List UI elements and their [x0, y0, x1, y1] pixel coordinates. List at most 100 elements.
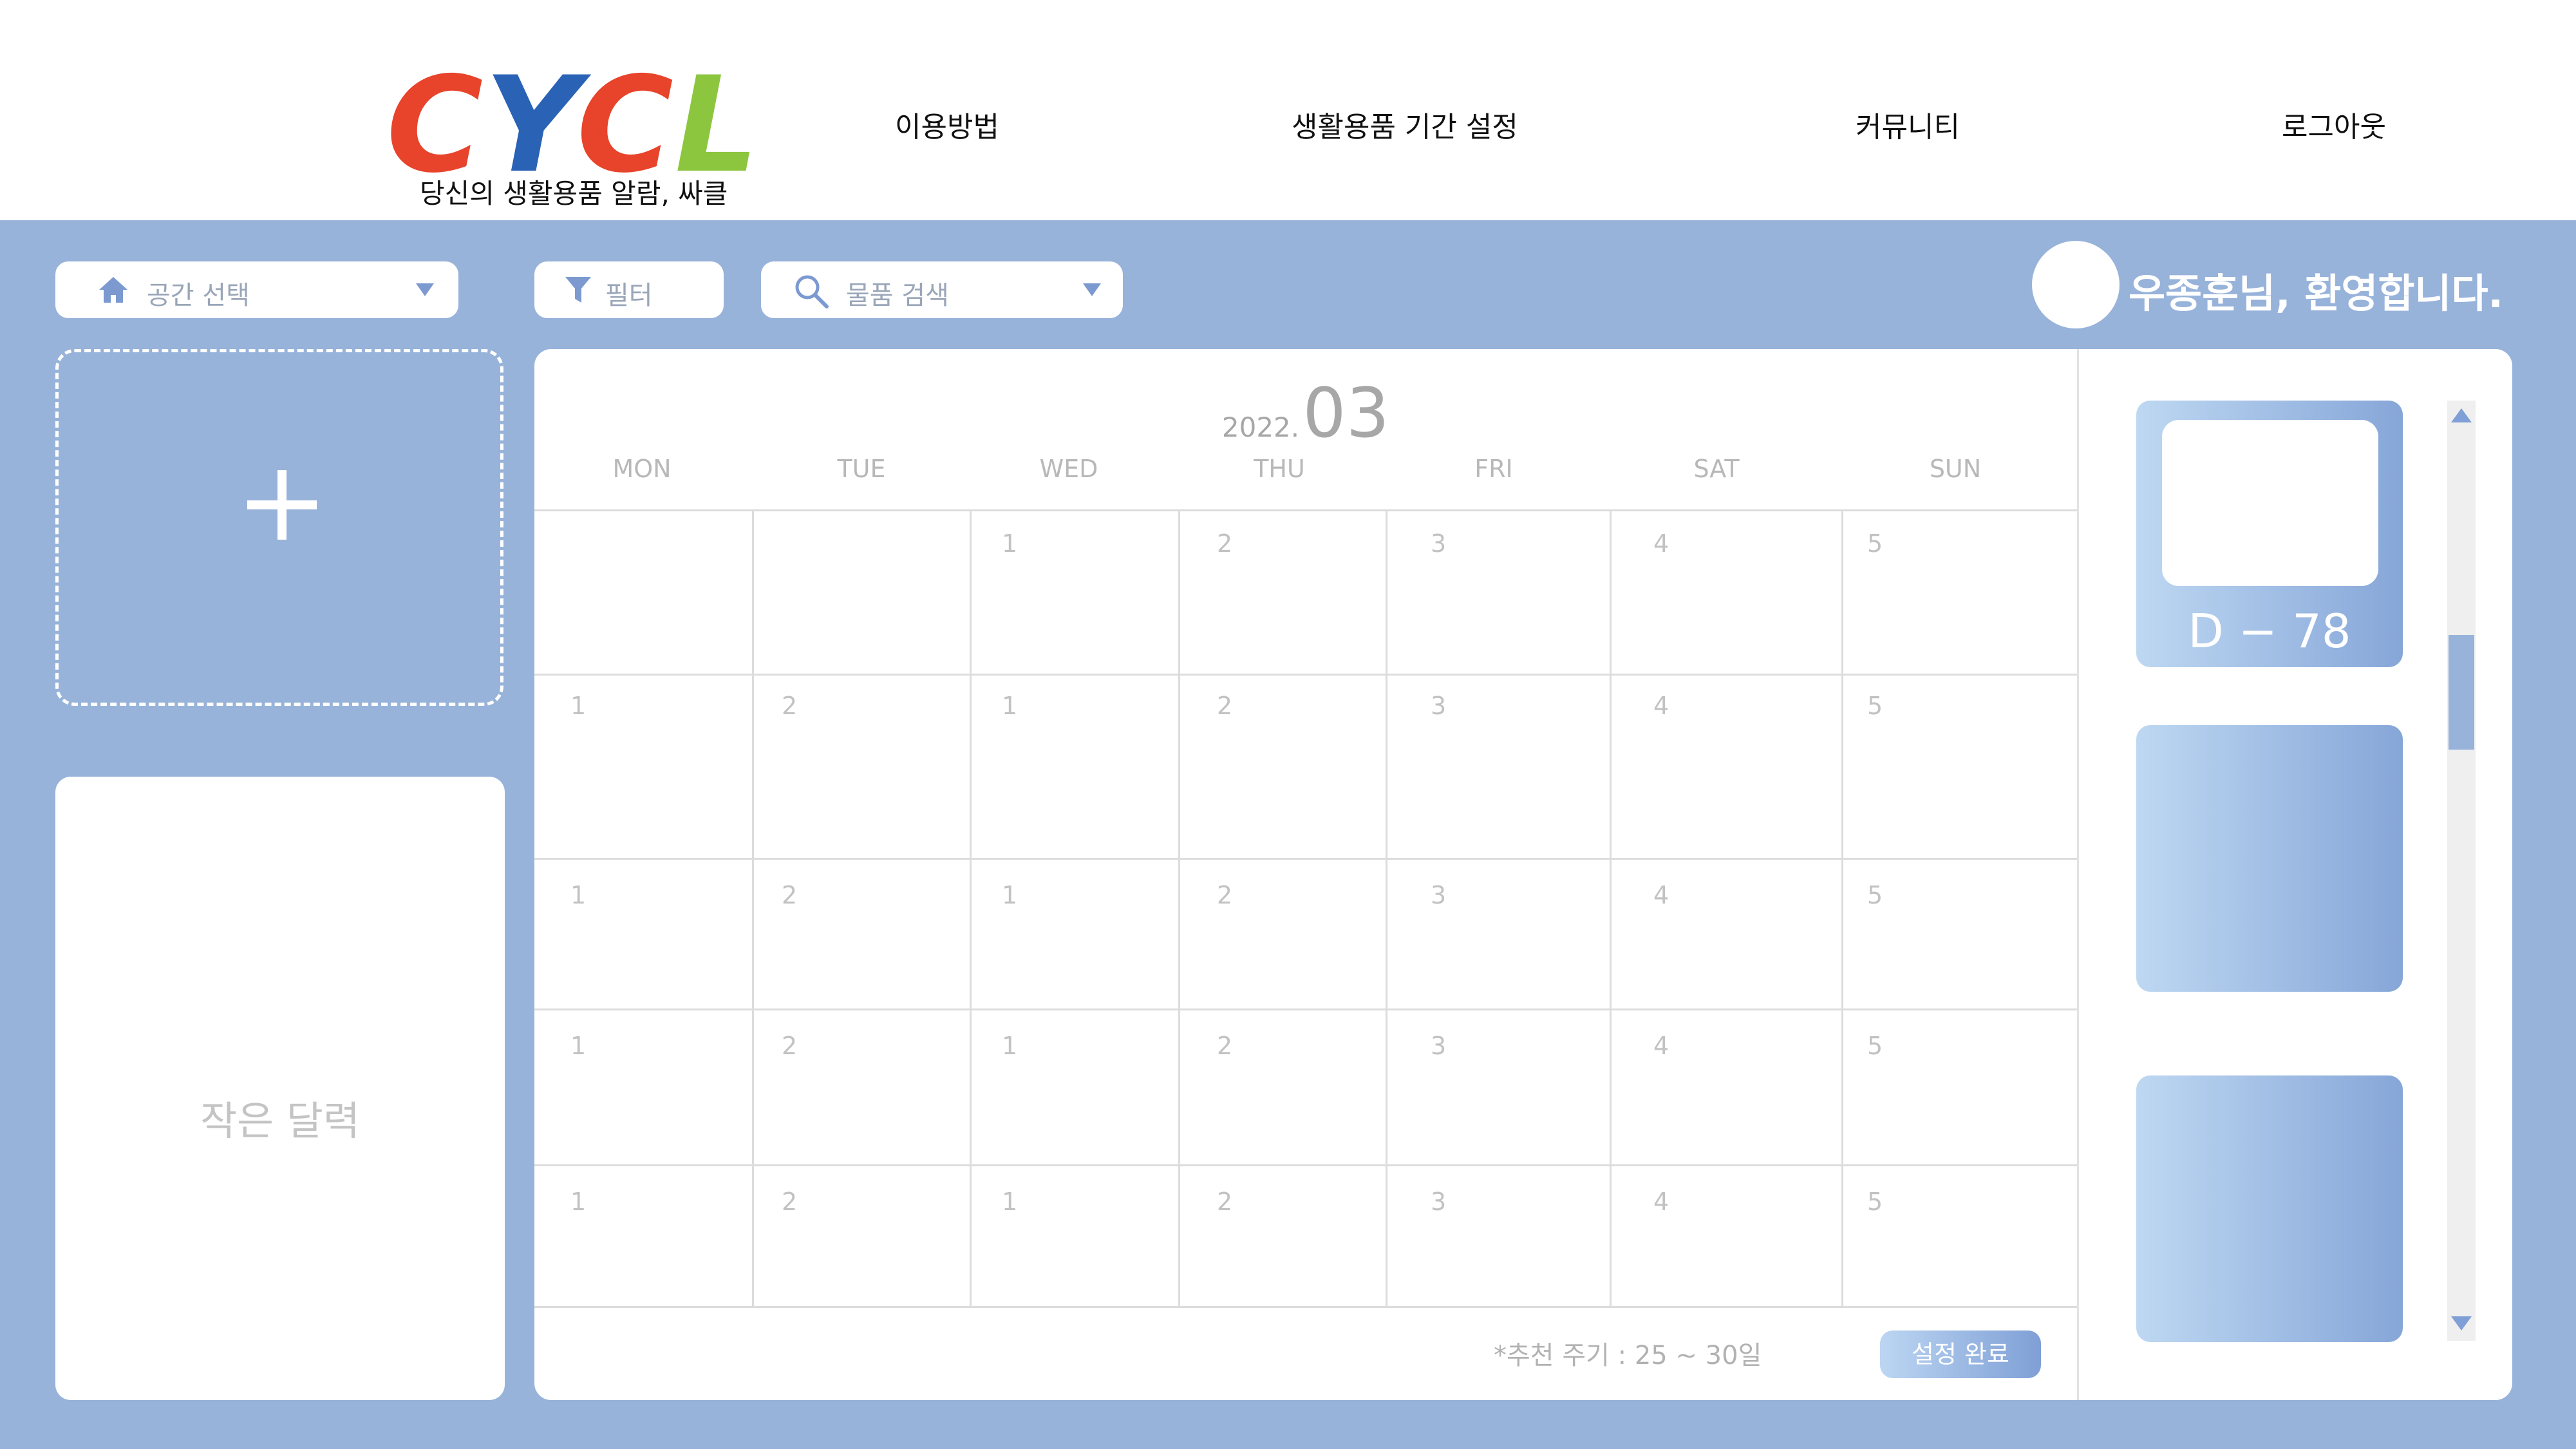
home-icon — [99, 277, 127, 303]
avatar[interactable] — [2032, 241, 2120, 328]
calendar-day-number: 5 — [1867, 881, 1883, 909]
calendar-day-number: 1 — [1002, 881, 1018, 909]
calendar-day-cell[interactable]: 3 — [1386, 858, 1610, 1009]
calendar-day-cell[interactable]: 2 — [1178, 510, 1386, 674]
calendar-day-number: 2 — [1217, 881, 1233, 909]
calendar-day-number: 2 — [782, 881, 798, 909]
mini-calendar-panel: 작은 달력 — [55, 777, 505, 1400]
calendar-day-number: 5 — [1867, 1188, 1883, 1216]
calendar-day-cell[interactable]: 5 — [1841, 674, 2077, 858]
calendar-day-cell[interactable]: 1 — [534, 674, 752, 858]
filter-label: 필터 — [605, 281, 653, 310]
nav-logout[interactable]: 로그아웃 — [2282, 109, 2386, 146]
calendar-day-number: 1 — [1002, 1188, 1018, 1216]
chevron-down-icon — [1083, 283, 1101, 296]
calendar-day-number: 3 — [1431, 692, 1447, 720]
scroll-thumb[interactable] — [2449, 635, 2474, 750]
calendar-day-number: 1 — [570, 1032, 587, 1060]
nav-how-to-use[interactable]: 이용방법 — [895, 109, 999, 146]
calendar-day-cell[interactable]: 1 — [534, 1164, 752, 1306]
filter-icon — [565, 277, 591, 303]
calendar-day-cell[interactable]: 4 — [1610, 1009, 1841, 1164]
calendar-day-cell[interactable]: 2 — [752, 858, 970, 1009]
space-select-placeholder: 공간 선택 — [147, 281, 250, 310]
calendar-day-cell[interactable]: 2 — [752, 1009, 970, 1164]
calendar-day-cell[interactable]: 3 — [1386, 510, 1610, 674]
calendar-day-number: 1 — [1002, 1032, 1018, 1060]
calendar-day-cell[interactable]: 5 — [1841, 1164, 2077, 1306]
calendar-day-cell[interactable] — [534, 510, 752, 674]
item-card[interactable]: D − 78 — [2136, 401, 2403, 667]
calendar-day-number: 4 — [1653, 1188, 1669, 1216]
space-select-dropdown[interactable]: 공간 선택 — [55, 261, 458, 318]
nav-period-settings[interactable]: 생활용품 기간 설정 — [1292, 109, 1518, 146]
calendar-day-cell[interactable]: 5 — [1841, 1009, 2077, 1164]
calendar-day-cell[interactable]: 2 — [752, 674, 970, 858]
calendar-day-number: 2 — [782, 1032, 798, 1060]
item-dday: D − 78 — [2188, 604, 2351, 658]
filter-button[interactable]: 필터 — [534, 261, 724, 318]
calendar-day-cell[interactable]: 2 — [1178, 1164, 1386, 1306]
calendar-day-number: 2 — [782, 692, 798, 720]
calendar-day-cell[interactable] — [752, 510, 970, 674]
calendar-title: 2022. 03 — [534, 374, 2077, 453]
weekday-label: FRI — [1474, 455, 1513, 483]
calendar-day-cell[interactable]: 4 — [1610, 858, 1841, 1009]
calendar-day-number: 1 — [1002, 529, 1018, 558]
mini-calendar-label: 작은 달력 — [200, 1097, 360, 1144]
scroll-up-icon[interactable] — [2451, 408, 2472, 422]
item-card[interactable] — [2136, 725, 2403, 992]
calendar-day-cell[interactable]: 5 — [1841, 510, 2077, 674]
calendar-day-number: 4 — [1653, 692, 1669, 720]
calendar-day-number: 2 — [1217, 1032, 1233, 1060]
calendar-day-cell[interactable]: 1 — [534, 1009, 752, 1164]
calendar-day-number: 2 — [1217, 1188, 1233, 1216]
weekday-label: TUE — [837, 455, 886, 483]
calendar-day-number: 1 — [1002, 692, 1018, 720]
item-search-box[interactable]: 물품 검색 — [761, 261, 1123, 318]
welcome-message: 우종훈님, 환영합니다. — [2129, 270, 2504, 317]
calendar-day-cell[interactable]: 2 — [1178, 858, 1386, 1009]
calendar-day-number: 2 — [782, 1188, 798, 1216]
calendar-day-cell[interactable]: 1 — [970, 1009, 1178, 1164]
calendar-day-cell[interactable]: 1 — [970, 510, 1178, 674]
calendar-day-cell[interactable]: 3 — [1386, 1009, 1610, 1164]
calendar-day-number: 4 — [1653, 881, 1669, 909]
calendar-day-cell[interactable]: 1 — [970, 858, 1178, 1009]
calendar-day-number: 5 — [1867, 692, 1883, 720]
calendar-day-cell[interactable]: 5 — [1841, 858, 2077, 1009]
calendar-day-cell[interactable]: 3 — [1386, 1164, 1610, 1306]
calendar-day-cell[interactable]: 1 — [970, 674, 1178, 858]
calendar-day-cell[interactable]: 2 — [752, 1164, 970, 1306]
calendar-day-cell[interactable]: 4 — [1610, 674, 1841, 858]
calendar-day-number: 5 — [1867, 529, 1883, 558]
item-card[interactable] — [2136, 1075, 2403, 1342]
calendar-day-cell[interactable]: 1 — [534, 858, 752, 1009]
plus-icon[interactable] — [247, 470, 317, 540]
confirm-settings-button[interactable]: 설정 완료 — [1880, 1331, 2041, 1378]
item-thumbnail — [2162, 420, 2378, 586]
item-list-scrollbar[interactable] — [2447, 401, 2476, 1341]
weekday-label: SAT — [1693, 455, 1740, 483]
logo-wordmark: CYCL — [386, 60, 760, 192]
search-icon — [795, 275, 829, 308]
calendar-day-cell[interactable]: 2 — [1178, 1009, 1386, 1164]
calendar-day-cell[interactable]: 3 — [1386, 674, 1610, 858]
chevron-down-icon — [416, 283, 434, 296]
logo-tagline: 당신의 생활용품 알람, 싸클 — [420, 178, 728, 209]
calendar-day-cell[interactable]: 1 — [970, 1164, 1178, 1306]
calendar-day-number: 3 — [1431, 529, 1447, 558]
calendar-day-number: 5 — [1867, 1032, 1883, 1060]
nav-community[interactable]: 커뮤니티 — [1856, 109, 1960, 146]
calendar-day-cell[interactable]: 4 — [1610, 510, 1841, 674]
recommended-cycle-text: *추천 주기 : 25 ~ 30일 — [1494, 1341, 1762, 1370]
search-placeholder: 물품 검색 — [846, 281, 949, 310]
calendar-year: 2022. — [1221, 412, 1300, 443]
weekday-label: SUN — [1929, 455, 1982, 483]
logo[interactable]: CYCL 당신의 생활용품 알람, 싸클 — [386, 60, 759, 210]
calendar-day-number: 4 — [1653, 1032, 1669, 1060]
calendar-day-number: 1 — [570, 881, 587, 909]
calendar-day-cell[interactable]: 4 — [1610, 1164, 1841, 1306]
scroll-down-icon[interactable] — [2451, 1316, 2472, 1331]
calendar-day-cell[interactable]: 2 — [1178, 674, 1386, 858]
